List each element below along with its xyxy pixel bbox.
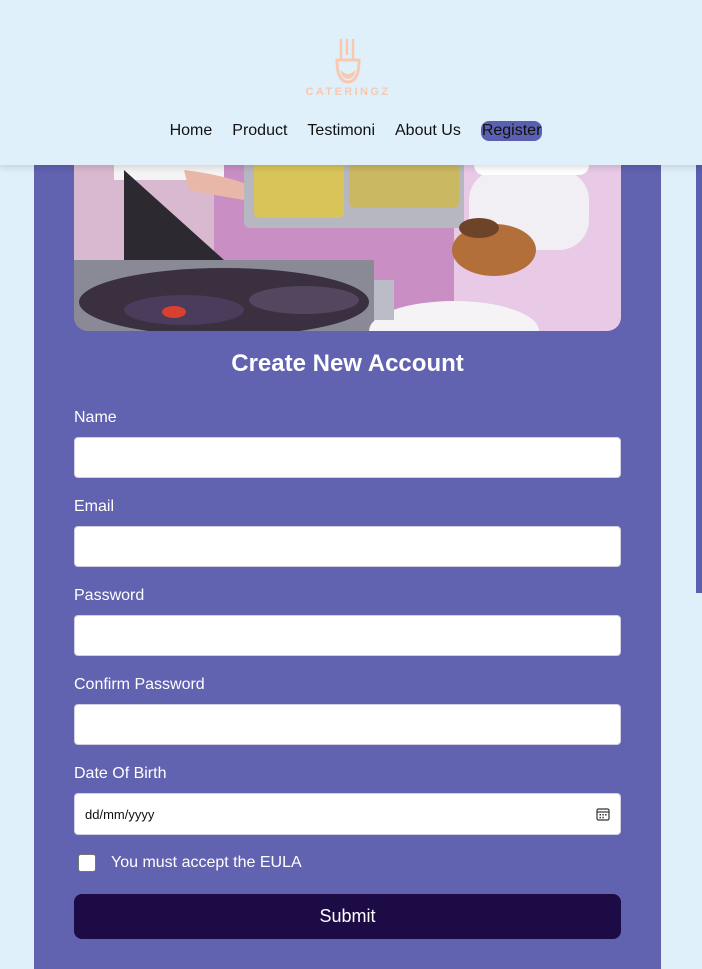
submit-button[interactable]: Submit <box>74 894 621 939</box>
nav-home[interactable]: Home <box>170 121 213 141</box>
catering-hero-image <box>74 140 621 331</box>
email-input[interactable] <box>74 526 621 567</box>
eula-label: You must accept the EULA <box>111 854 302 871</box>
logo-text: CATERINGZ <box>305 86 391 98</box>
scrollbar-thumb[interactable] <box>696 145 702 593</box>
register-card: Create New Account Name Email Password C… <box>34 140 661 969</box>
brand-logo[interactable]: CATERINGZ <box>300 38 396 104</box>
calendar-icon[interactable] <box>596 807 610 821</box>
site-header: CATERINGZ Home Product Testimoni About U… <box>0 0 702 165</box>
eula-row: You must accept the EULA <box>78 854 302 872</box>
confirm-password-input[interactable] <box>74 704 621 745</box>
chef-pot-logo-icon <box>335 38 361 84</box>
name-input[interactable] <box>74 437 621 478</box>
nav-testimoni[interactable]: Testimoni <box>307 121 375 141</box>
dob-input[interactable]: dd/mm/yyyy <box>74 793 621 835</box>
eula-checkbox[interactable] <box>78 854 96 872</box>
nav-about-us[interactable]: About Us <box>395 121 461 141</box>
dob-placeholder: dd/mm/yyyy <box>85 806 155 822</box>
name-label: Name <box>74 409 117 426</box>
main-nav: Home Product Testimoni About Us Register <box>0 121 702 141</box>
confirm-password-label: Confirm Password <box>74 676 205 693</box>
dob-label: Date Of Birth <box>74 765 167 782</box>
password-label: Password <box>74 587 145 604</box>
nav-product[interactable]: Product <box>232 121 287 141</box>
email-label: Email <box>74 498 115 515</box>
form-title: Create New Account <box>231 350 464 377</box>
nav-register[interactable]: Register <box>480 121 543 141</box>
password-input[interactable] <box>74 615 621 656</box>
